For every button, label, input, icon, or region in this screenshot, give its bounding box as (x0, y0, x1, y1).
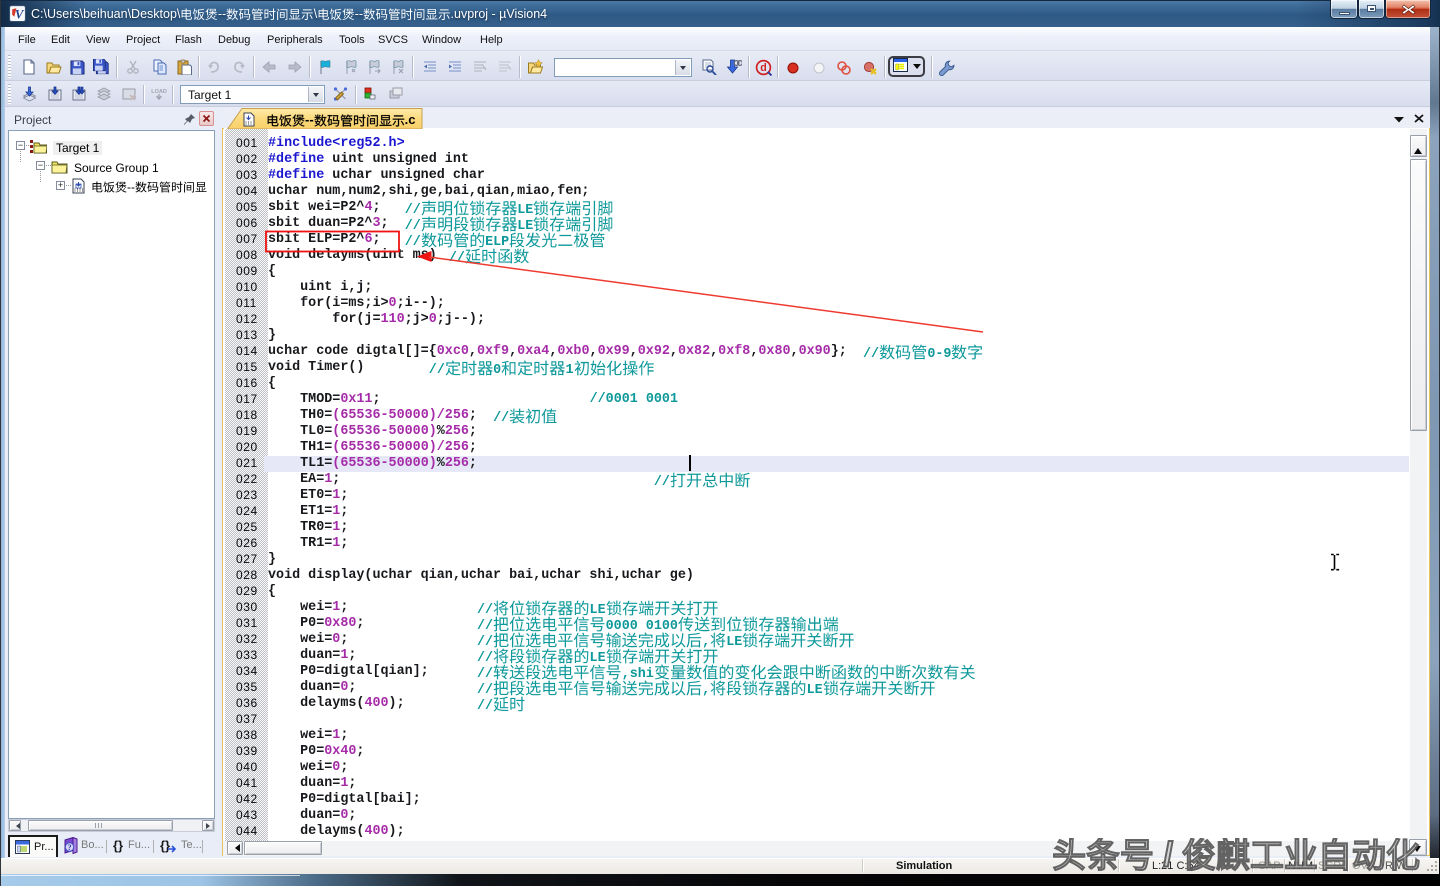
svg-text:?: ? (67, 842, 71, 852)
svg-text:V: V (15, 7, 25, 21)
svg-text:d: d (760, 62, 766, 74)
